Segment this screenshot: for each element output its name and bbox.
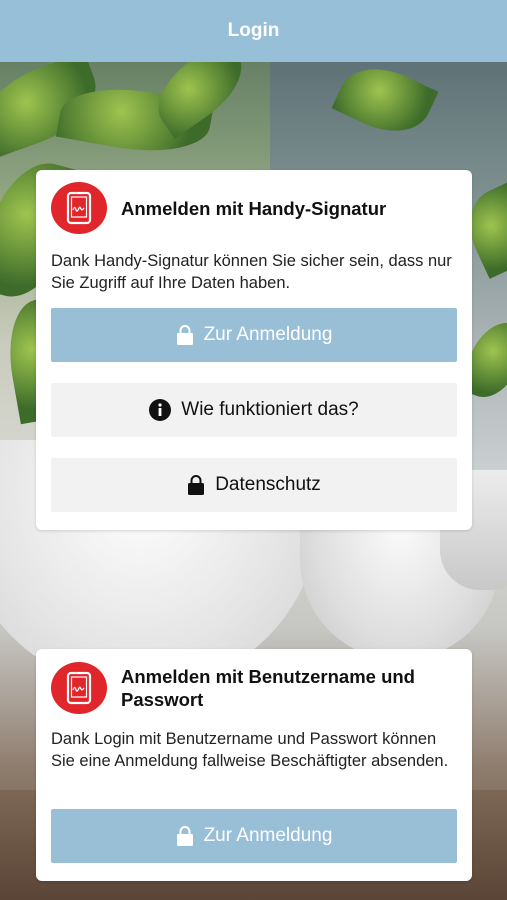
app-header: Login — [0, 0, 507, 62]
card-username-password: Anmelden mit Benutzername und Passwort D… — [36, 649, 472, 881]
info-icon — [149, 399, 172, 421]
card-title: Anmelden mit Handy-Signatur — [121, 197, 387, 219]
signature-login-label: Zur Anmeldung — [203, 324, 333, 345]
password-login-button[interactable]: Zur Anmeldung — [51, 809, 457, 863]
how-it-works-label: Wie funktioniert das? — [181, 399, 359, 420]
handy-signatur-logo-icon — [51, 182, 107, 234]
lock-icon — [187, 474, 205, 496]
card-description: Dank Login mit Benutzername und Passwort… — [51, 730, 449, 770]
privacy-label: Datenschutz — [215, 474, 321, 495]
card-header: Anmelden mit Handy-Signatur — [51, 182, 386, 234]
card-header: Anmelden mit Benutzername und Passwort — [51, 662, 441, 714]
card-title: Anmelden mit Benutzername und Passwort — [121, 666, 415, 710]
card-handy-signatur: Anmelden mit Handy-Signatur Dank Handy-S… — [36, 170, 472, 530]
page-title: Login — [227, 20, 280, 41]
privacy-button[interactable]: Datenschutz — [51, 458, 457, 512]
password-login-label: Zur Anmeldung — [203, 825, 333, 846]
handy-signatur-logo-icon — [51, 662, 107, 714]
lock-icon — [176, 324, 194, 346]
lock-icon — [176, 825, 194, 847]
card-description: Dank Handy-Signatur können Sie sicher se… — [51, 252, 452, 292]
signature-login-button[interactable]: Zur Anmeldung — [51, 308, 457, 362]
how-it-works-button[interactable]: Wie funktioniert das? — [51, 383, 457, 437]
